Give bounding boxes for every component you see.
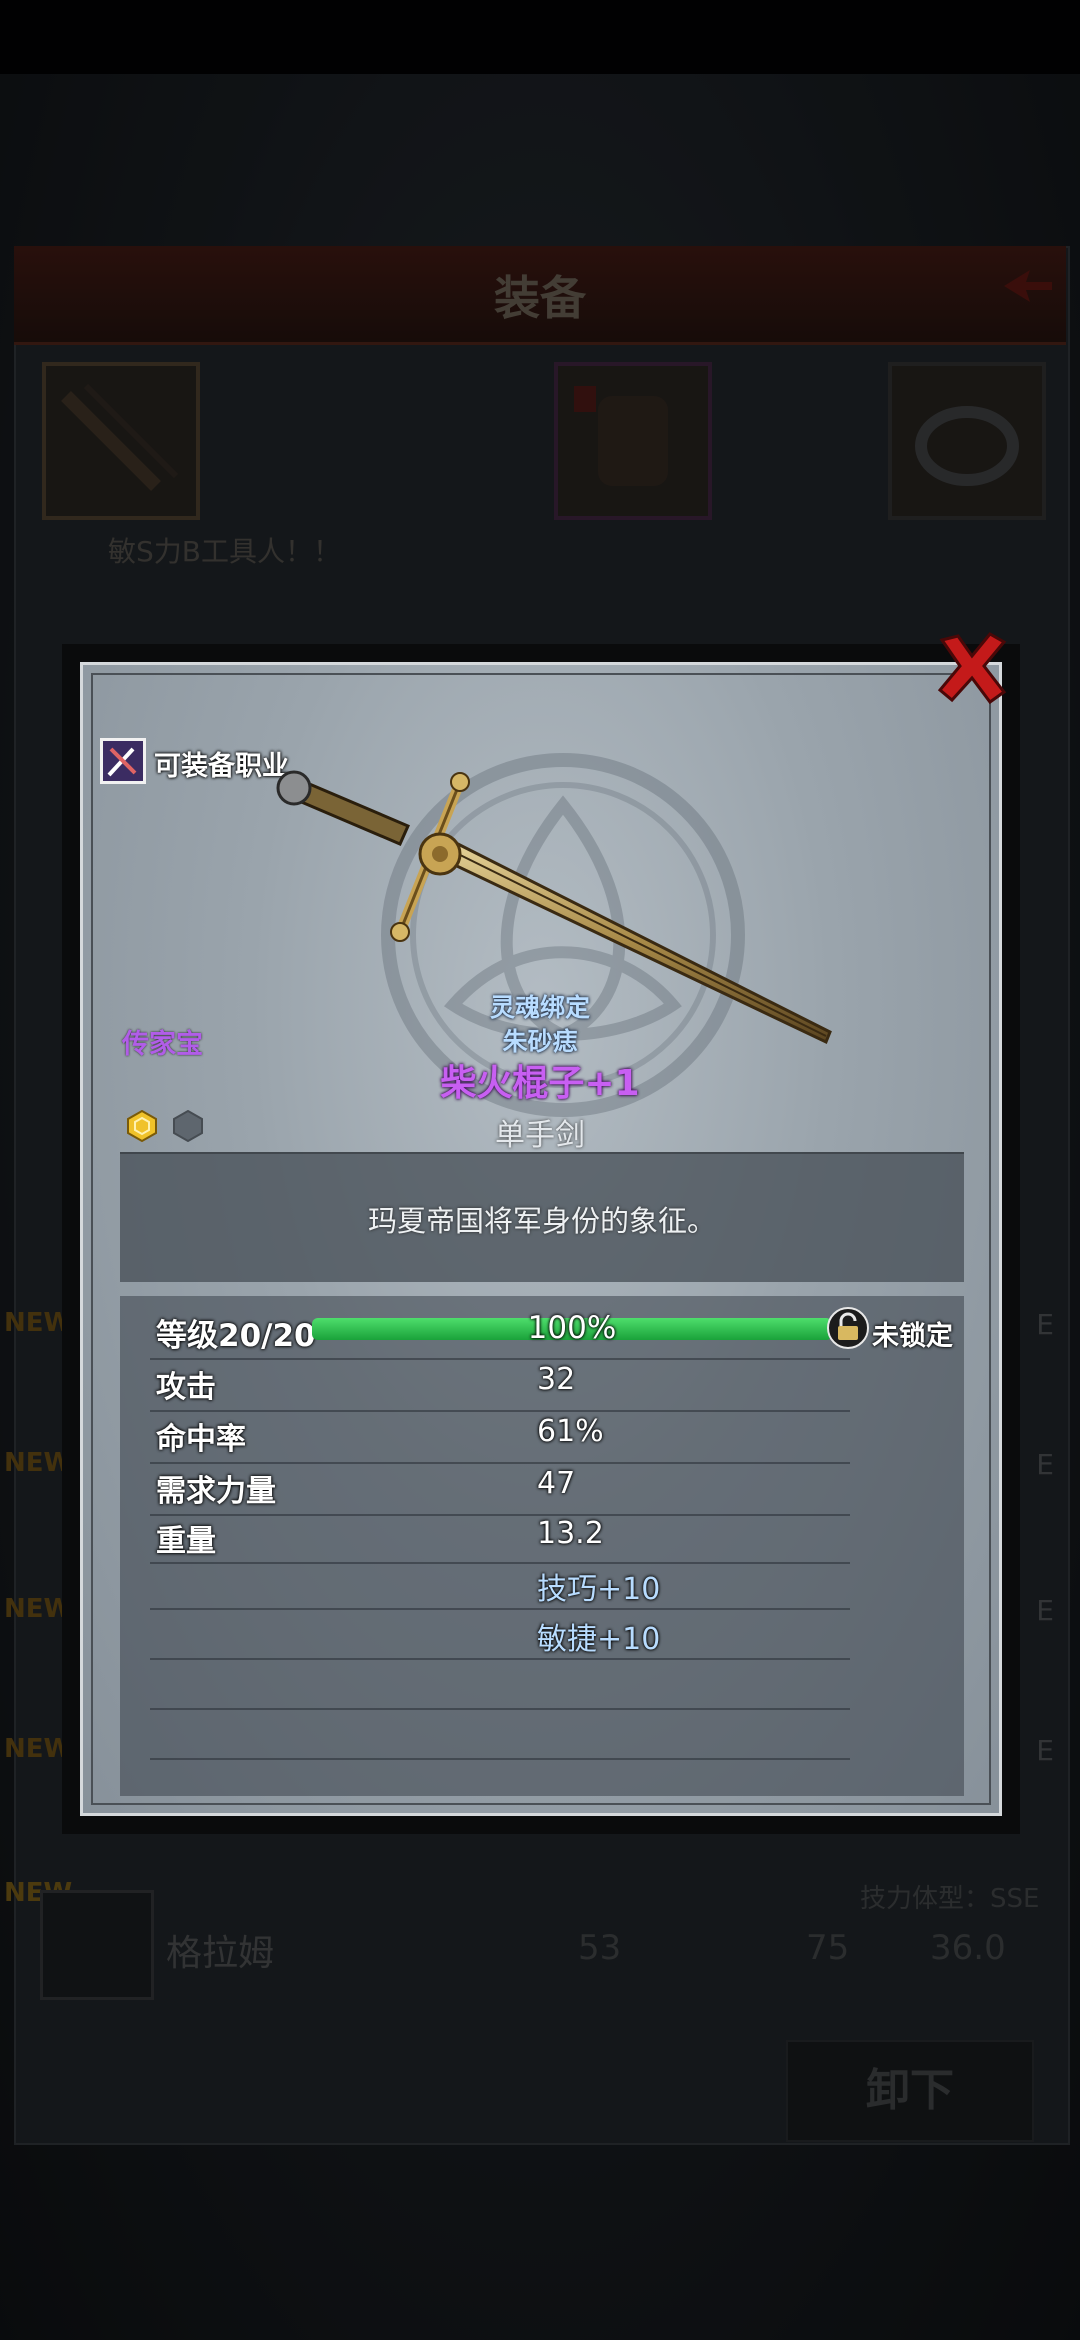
stat-divider [150,1410,850,1412]
item-name: 柴火棍子+1 [440,1063,640,1104]
hex-gem-icon[interactable] [126,1110,158,1142]
stat-divider [150,1708,850,1710]
bonus-agility: 敏捷+10 [537,1622,661,1657]
stat-label-strength-req: 需求力量 [156,1474,276,1509]
stat-divider [150,1608,850,1610]
stat-divider [150,1562,850,1564]
stat-value-weight: 13.2 [537,1516,604,1551]
padlock-icon[interactable] [826,1306,870,1350]
stat-value-hit-rate: 61% [537,1414,604,1449]
equippable-class-label[interactable]: 可装备职业 [154,744,289,783]
level-progress-text: 100% [527,1310,617,1346]
stat-label-weight: 重量 [156,1524,216,1559]
stat-label-attack: 攻击 [156,1370,216,1405]
lock-status-label[interactable]: 未锁定 [872,1314,953,1353]
item-description: 玛夏帝国将军身份的象征。 [367,1204,716,1238]
bonus-skill: 技巧+10 [537,1572,661,1607]
stat-divider [150,1758,850,1760]
stat-divider [150,1658,850,1660]
close-x-icon[interactable] [932,628,1012,708]
stat-value-attack: 32 [537,1362,576,1397]
stat-divider [150,1462,850,1464]
stat-divider [150,1514,850,1516]
item-type: 单手剑 [495,1118,585,1153]
stat-divider [150,1358,850,1360]
soulbound-label: 灵魂绑定 [489,993,590,1022]
hex-socket-icon[interactable] [172,1110,204,1142]
job-class-icon [107,747,137,777]
crossed-swords-icon[interactable] [100,738,146,784]
stat-label-hit-rate: 命中率 [156,1422,246,1457]
stat-value-strength-req: 47 [537,1466,576,1501]
level-label: 等级20/20 [156,1318,316,1354]
item-subname: 朱砂痣 [502,1027,578,1056]
